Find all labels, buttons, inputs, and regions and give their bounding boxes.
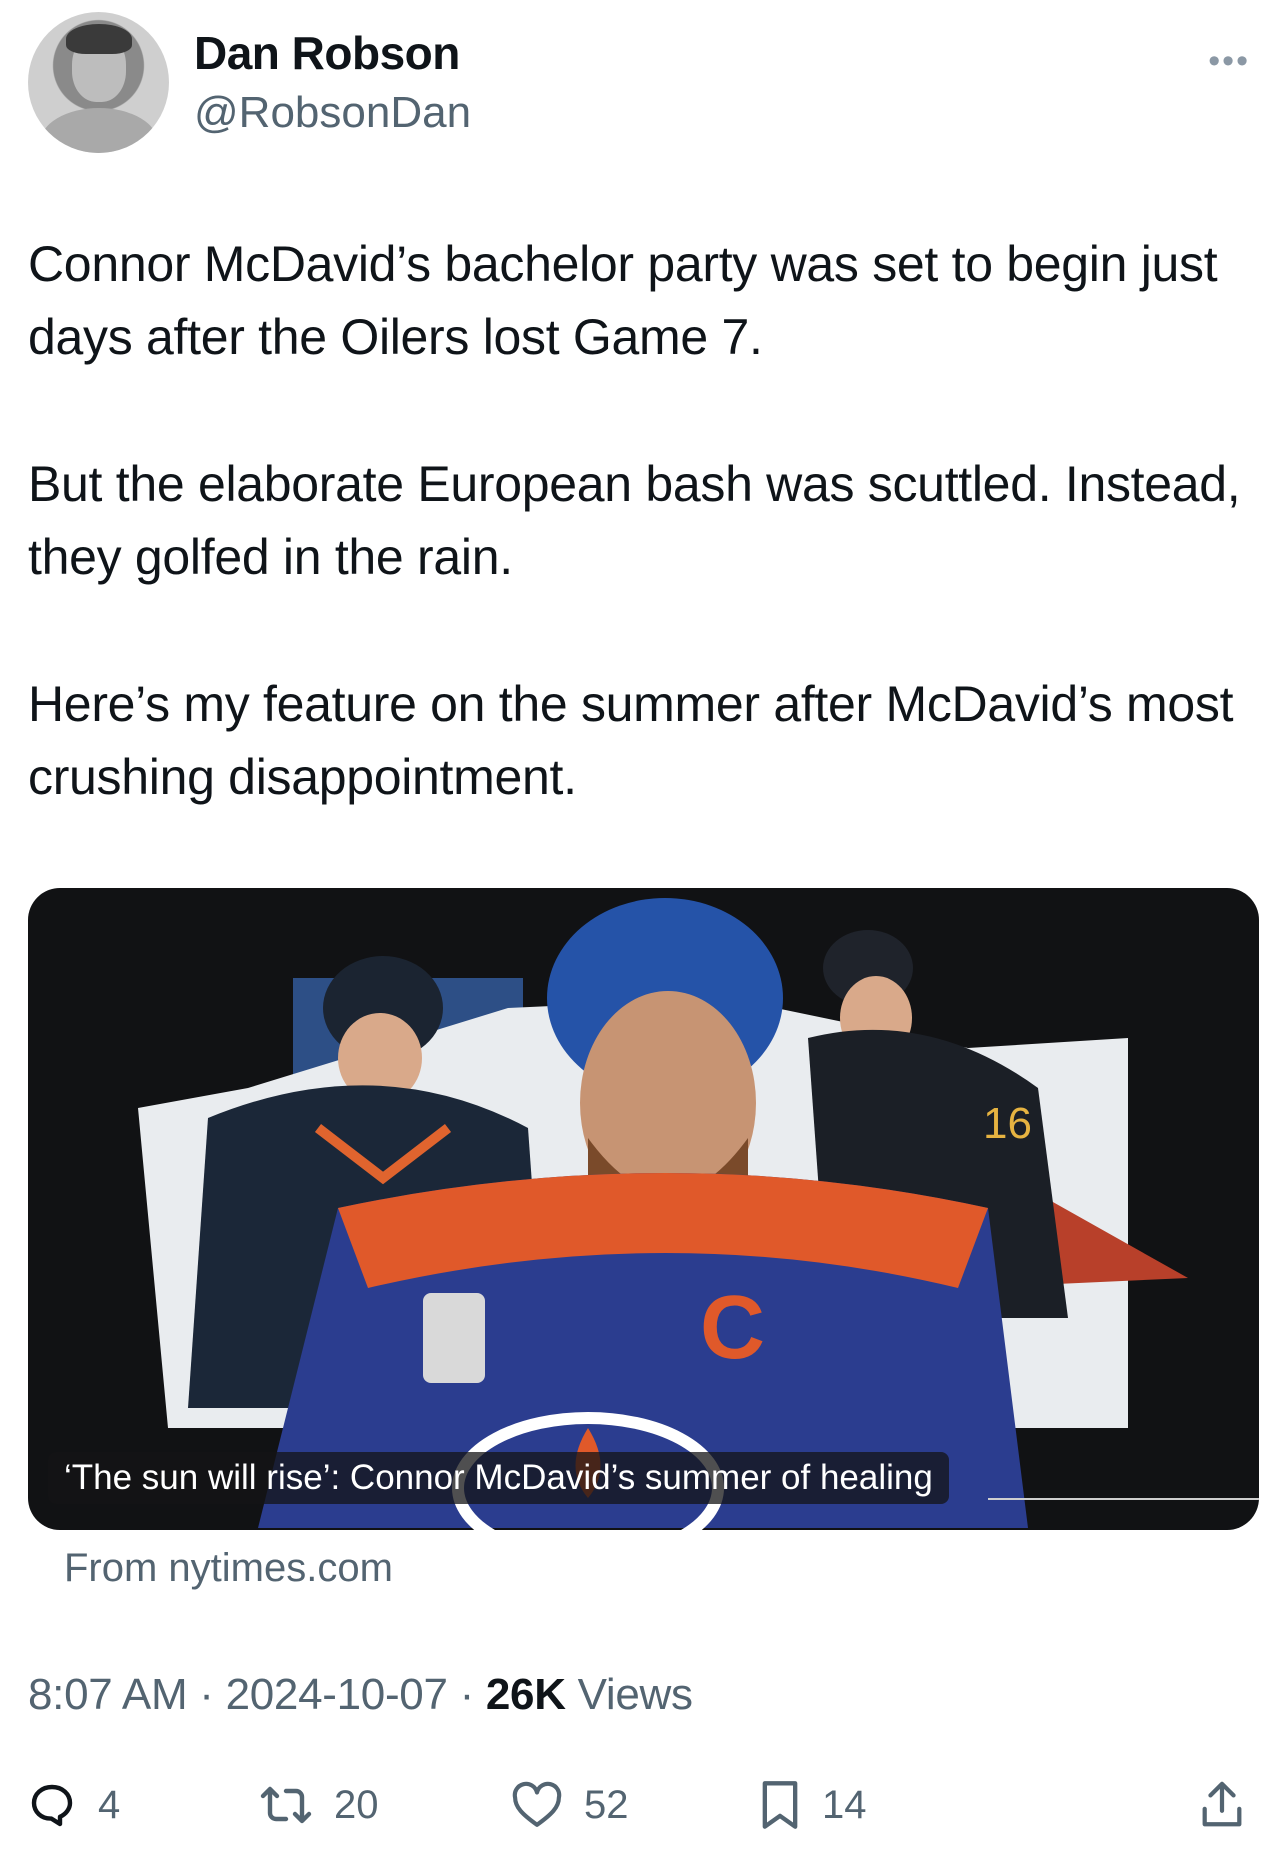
share-button[interactable] [1198,1770,1246,1840]
link-preview-card[interactable]: 16 C ‘The sun will rise’: Connor McDavid… [28,888,1259,1530]
tweet-meta: 8:07 AM · 2024-10-07 · 26K Views [28,1670,693,1720]
avatar-hair [66,24,132,54]
tweet-date[interactable]: 2024-10-07 [226,1670,448,1719]
card-source[interactable]: From nytimes.com [64,1546,393,1591]
bookmark-button[interactable]: 14 [760,1770,867,1840]
tweet-time[interactable]: 8:07 AM [28,1670,188,1719]
repost-icon [260,1786,312,1824]
reply-count: 4 [98,1782,121,1827]
share-icon [1202,1781,1242,1827]
repost-button[interactable]: 20 [260,1770,379,1840]
bookmark-icon [762,1781,798,1829]
reply-icon [31,1784,73,1827]
action-bar: 4 20 52 14 [28,1770,1256,1840]
tweet-header: Dan Robson @RobsonDan ••• [28,12,1256,162]
more-options-icon[interactable]: ••• [1208,42,1250,81]
author-handle[interactable]: @RobsonDan [194,88,471,138]
tweet-text: Connor McDavid’s bachelor party was set … [28,228,1256,888]
like-button[interactable]: 52 [512,1770,629,1840]
views-label: Views [577,1670,693,1719]
tweet-paragraph: Here’s my feature on the summer after Mc… [28,676,1234,805]
tweet-paragraph: Connor McDavid’s bachelor party was set … [28,236,1218,365]
tweet-paragraph: But the elaborate European bash was scut… [28,456,1241,585]
repost-count: 20 [334,1782,379,1827]
svg-text:C: C [700,1278,765,1378]
views-count: 26K [485,1670,566,1719]
heart-icon [512,1781,562,1827]
author-avatar[interactable] [28,12,169,153]
author-name[interactable]: Dan Robson [194,26,460,80]
like-count: 52 [584,1782,629,1827]
card-artwork: 16 C [138,898,1188,1530]
meta-separator: · [199,1670,214,1719]
meta-separator: · [459,1670,475,1719]
reply-button[interactable]: 4 [28,1770,120,1840]
bookmark-count: 14 [822,1782,867,1827]
svg-text:16: 16 [983,1099,1032,1148]
card-title[interactable]: ‘The sun will rise’: Connor McDavid’s su… [48,1452,949,1504]
card-divider [988,1498,1259,1500]
avatar-shoulders [40,108,158,153]
